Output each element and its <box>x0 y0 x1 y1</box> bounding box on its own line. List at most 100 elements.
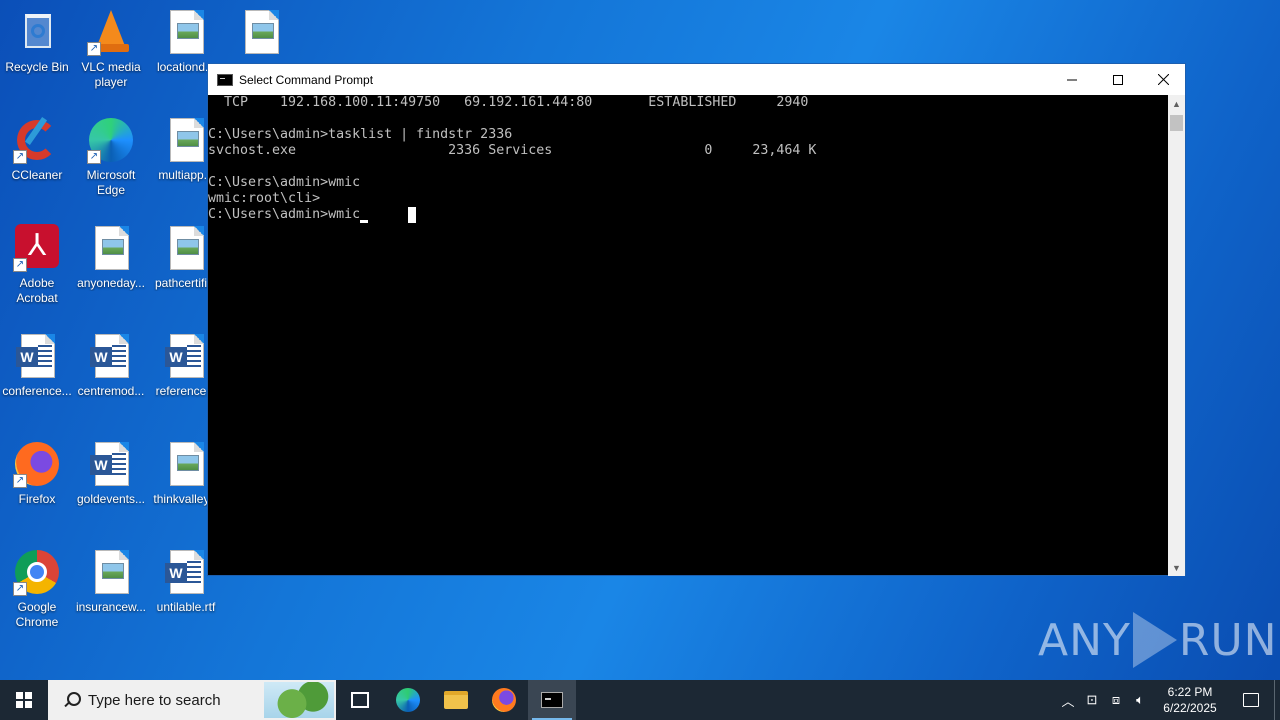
volume-icon[interactable]: 🔈︎ <box>1128 680 1152 720</box>
desktop-icon-label: Google Chrome <box>15 600 59 629</box>
desktop-icon-label: anyoneday... <box>77 276 145 290</box>
scroll-down-arrow-icon[interactable]: ▼ <box>1168 559 1185 576</box>
vertical-scrollbar[interactable]: ▲ ▼ <box>1168 95 1185 576</box>
desktop-icon-label: goldevents... <box>76 492 146 506</box>
chevron-up-icon[interactable]: ︿ <box>1056 680 1080 720</box>
search-icon <box>62 690 82 710</box>
desktop-icon-adobe-acrobat[interactable]: ⅄ ↗ Adobe Acrobat <box>0 224 75 306</box>
meet-now-icon[interactable]: ⊡ <box>1080 680 1104 720</box>
selection-block-cursor <box>408 207 416 223</box>
recycle-bin-icon <box>13 8 61 56</box>
image-file-icon <box>87 224 135 272</box>
system-tray: ︿ ⊡ ⧈ 🔈︎ 6:22 PM 6/22/2025 <box>1056 680 1280 720</box>
watermark-left-text: ANY <box>1038 614 1131 666</box>
desktop-icon-label: VLC media player <box>81 60 141 89</box>
shortcut-arrow-icon: ↗ <box>87 42 101 56</box>
shortcut-arrow-icon: ↗ <box>13 150 27 164</box>
desktop-icon-label: Firefox <box>18 492 56 506</box>
desktop-icon-label: Adobe Acrobat <box>16 276 58 305</box>
show-desktop-button[interactable] <box>1274 680 1280 720</box>
image-file-icon <box>162 8 210 56</box>
maximize-button[interactable] <box>1095 64 1141 95</box>
search-placeholder: Type here to search <box>88 691 221 709</box>
desktop-icon-label: CCleaner <box>11 168 63 182</box>
task-view-icon <box>351 692 369 708</box>
close-icon <box>1157 74 1169 85</box>
desktop-icon-anyoneday[interactable]: anyoneday... <box>73 224 149 291</box>
shortcut-arrow-icon: ↗ <box>13 258 27 272</box>
desktop-icon-recycle-bin[interactable]: Recycle Bin <box>0 8 75 75</box>
word-doc-icon: W <box>87 332 135 380</box>
desktop-icon-centremod[interactable]: W centremod... <box>73 332 149 399</box>
taskbar-file-explorer-button[interactable] <box>432 680 480 720</box>
image-file-icon <box>162 116 210 164</box>
clock-time: 6:22 PM <box>1167 685 1213 699</box>
console-output[interactable]: TCP 192.168.100.11:49750 69.192.161.44:8… <box>208 95 1168 575</box>
play-icon <box>1132 612 1177 668</box>
window-title: Select Command Prompt <box>239 72 374 87</box>
console-line: C:\Users\admin>wmic <box>208 207 361 222</box>
notifications-button[interactable] <box>1228 680 1274 720</box>
word-doc-icon: W <box>13 332 61 380</box>
taskbar-firefox-button[interactable] <box>480 680 528 720</box>
desktop-icon-label: Recycle Bin <box>5 60 69 74</box>
vlc-icon: ↗ <box>87 8 135 56</box>
folder-icon <box>444 691 468 709</box>
desktop-icon-label: centremod... <box>77 384 145 398</box>
firefox-icon <box>492 688 516 712</box>
word-doc-icon: W <box>162 332 210 380</box>
image-file-icon <box>87 548 135 596</box>
minimize-icon <box>1067 79 1077 80</box>
anyrun-watermark: ANY RUN <box>1038 610 1277 670</box>
desktop-icon-label: Microsoft Edge <box>86 168 136 197</box>
desktop-icon-conference-doc[interactable]: W conference... <box>0 332 75 399</box>
desktop-icon-label: insurancew... <box>75 600 147 614</box>
console-line: C:\Users\admin>wmic <box>208 175 361 190</box>
clock-date: 6/22/2025 <box>1163 701 1217 715</box>
desktop-icon-label: conference... <box>2 384 72 398</box>
console-line: TCP 192.168.100.11:49750 69.192.161.44:8… <box>208 95 809 110</box>
desktop-icon-insurancew[interactable]: insurancew... <box>73 548 149 615</box>
desktop-icon-firefox[interactable]: ↗ Firefox <box>0 440 75 507</box>
desktop-icon-microsoft-edge[interactable]: ↗ Microsoft Edge <box>73 116 149 198</box>
command-prompt-window[interactable]: Select Command Prompt TCP 192.168.100.11… <box>207 63 1186 576</box>
taskbar-edge-button[interactable] <box>384 680 432 720</box>
scroll-thumb[interactable] <box>1170 115 1183 131</box>
taskbar-search-box[interactable]: Type here to search <box>48 680 336 720</box>
ccleaner-icon: ↗ <box>13 116 61 164</box>
shortcut-arrow-icon: ↗ <box>13 582 27 596</box>
image-file-icon <box>162 440 210 488</box>
chrome-icon: ↗ <box>13 548 61 596</box>
task-view-button[interactable] <box>336 680 384 720</box>
desktop-icon-ccleaner[interactable]: ↗ CCleaner <box>0 116 75 183</box>
shortcut-arrow-icon: ↗ <box>87 150 101 164</box>
start-button[interactable] <box>0 680 48 720</box>
desktop-icon-google-chrome[interactable]: ↗ Google Chrome <box>0 548 75 630</box>
word-doc-icon: W <box>162 548 210 596</box>
search-highlight-art <box>264 682 334 718</box>
desktop-icon-partial[interactable] <box>223 8 299 60</box>
console-line: C:\Users\admin>tasklist | findstr 2336 <box>208 127 513 142</box>
maximize-icon <box>1113 74 1123 85</box>
cmd-app-icon <box>217 73 233 86</box>
network-icon[interactable]: ⧈ <box>1104 680 1128 720</box>
window-titlebar[interactable]: Select Command Prompt <box>208 64 1185 95</box>
text-cursor <box>360 220 368 223</box>
shortcut-arrow-icon: ↗ <box>13 474 27 488</box>
taskbar-clock[interactable]: 6:22 PM 6/22/2025 <box>1152 684 1228 716</box>
scroll-up-arrow-icon[interactable]: ▲ <box>1168 95 1185 112</box>
watermark-right-text: RUN <box>1178 614 1278 666</box>
cmd-icon <box>541 692 563 708</box>
notification-icon <box>1243 693 1259 707</box>
desktop-icon-goldevents[interactable]: W goldevents... <box>73 440 149 507</box>
taskbar: Type here to search ︿ ⊡ ⧈ 🔈︎ 6:22 PM 6/2… <box>0 680 1280 720</box>
console-line: svchost.exe 2336 Services 0 23,464 K <box>208 143 817 158</box>
image-file-icon <box>237 8 285 56</box>
desktop-icon-vlc[interactable]: ↗ VLC media player <box>73 8 149 90</box>
image-file-icon <box>162 224 210 272</box>
taskbar-cmd-button[interactable] <box>528 680 576 720</box>
close-button[interactable] <box>1140 64 1186 95</box>
edge-icon: ↗ <box>87 116 135 164</box>
minimize-button[interactable] <box>1049 64 1095 95</box>
